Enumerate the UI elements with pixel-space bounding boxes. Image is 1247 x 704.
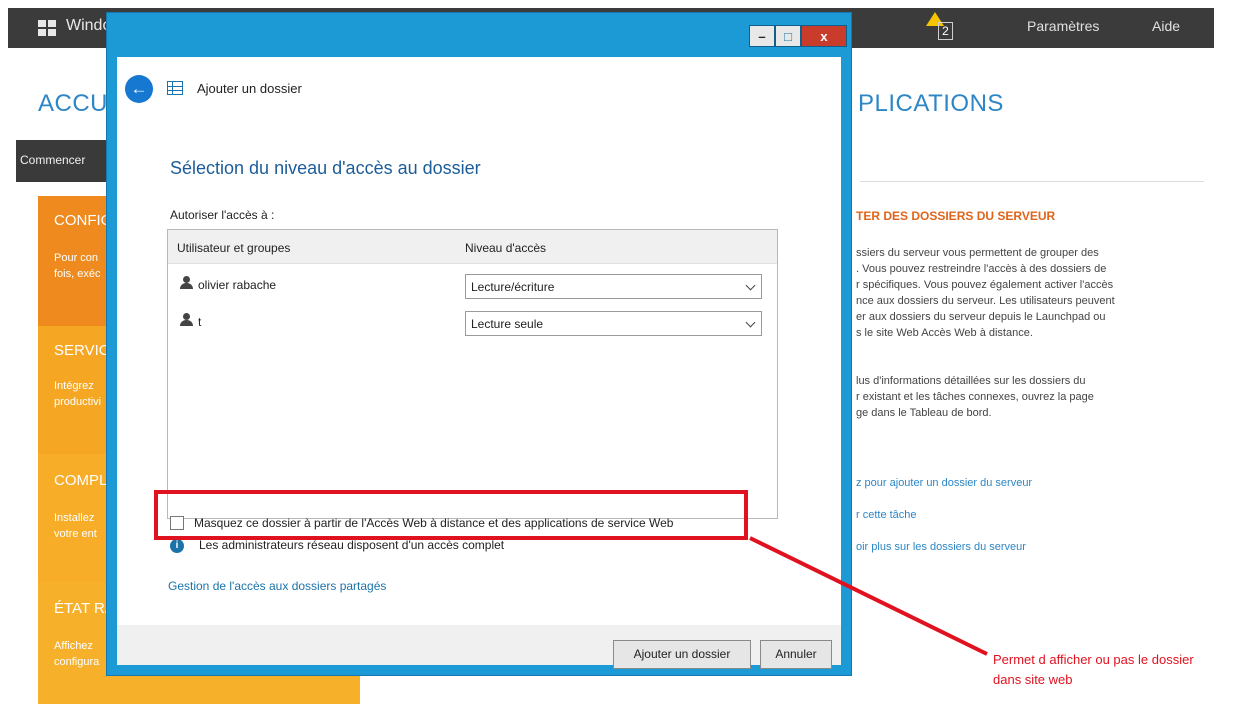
annotation-line-2: dans site web	[993, 672, 1073, 687]
annotation-note: Permet d afficher ou pas le dossier dans…	[993, 650, 1194, 690]
annotation-arrow-line	[749, 536, 988, 656]
annotation-line-1: Permet d afficher ou pas le dossier	[993, 652, 1194, 667]
